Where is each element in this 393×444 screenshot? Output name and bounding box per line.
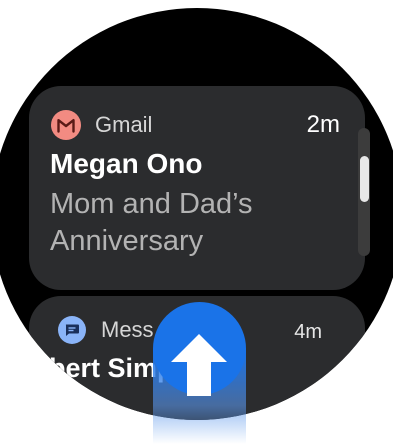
swipe-up-hint[interactable] [153, 302, 246, 444]
app-name: Gmail [95, 112, 153, 137]
arrow-up-icon [171, 334, 227, 396]
notification-card-gmail[interactable]: Gmail 2m Megan Ono Mom and Dad’s Anniver… [29, 86, 365, 290]
scrollbar-thumb[interactable] [360, 156, 369, 202]
notification-sender: Megan Ono [50, 148, 203, 179]
notification-body: Mom and Dad’s Anniversary [50, 188, 253, 257]
notification-time: 4m [294, 321, 322, 343]
app-name: Mess [101, 317, 154, 342]
messages-icon [58, 316, 86, 344]
gmail-icon [51, 110, 81, 140]
notification-time: 2m [306, 111, 340, 138]
screen: Gmail 2m Megan Ono Mom and Dad’s Anniver… [0, 0, 393, 444]
